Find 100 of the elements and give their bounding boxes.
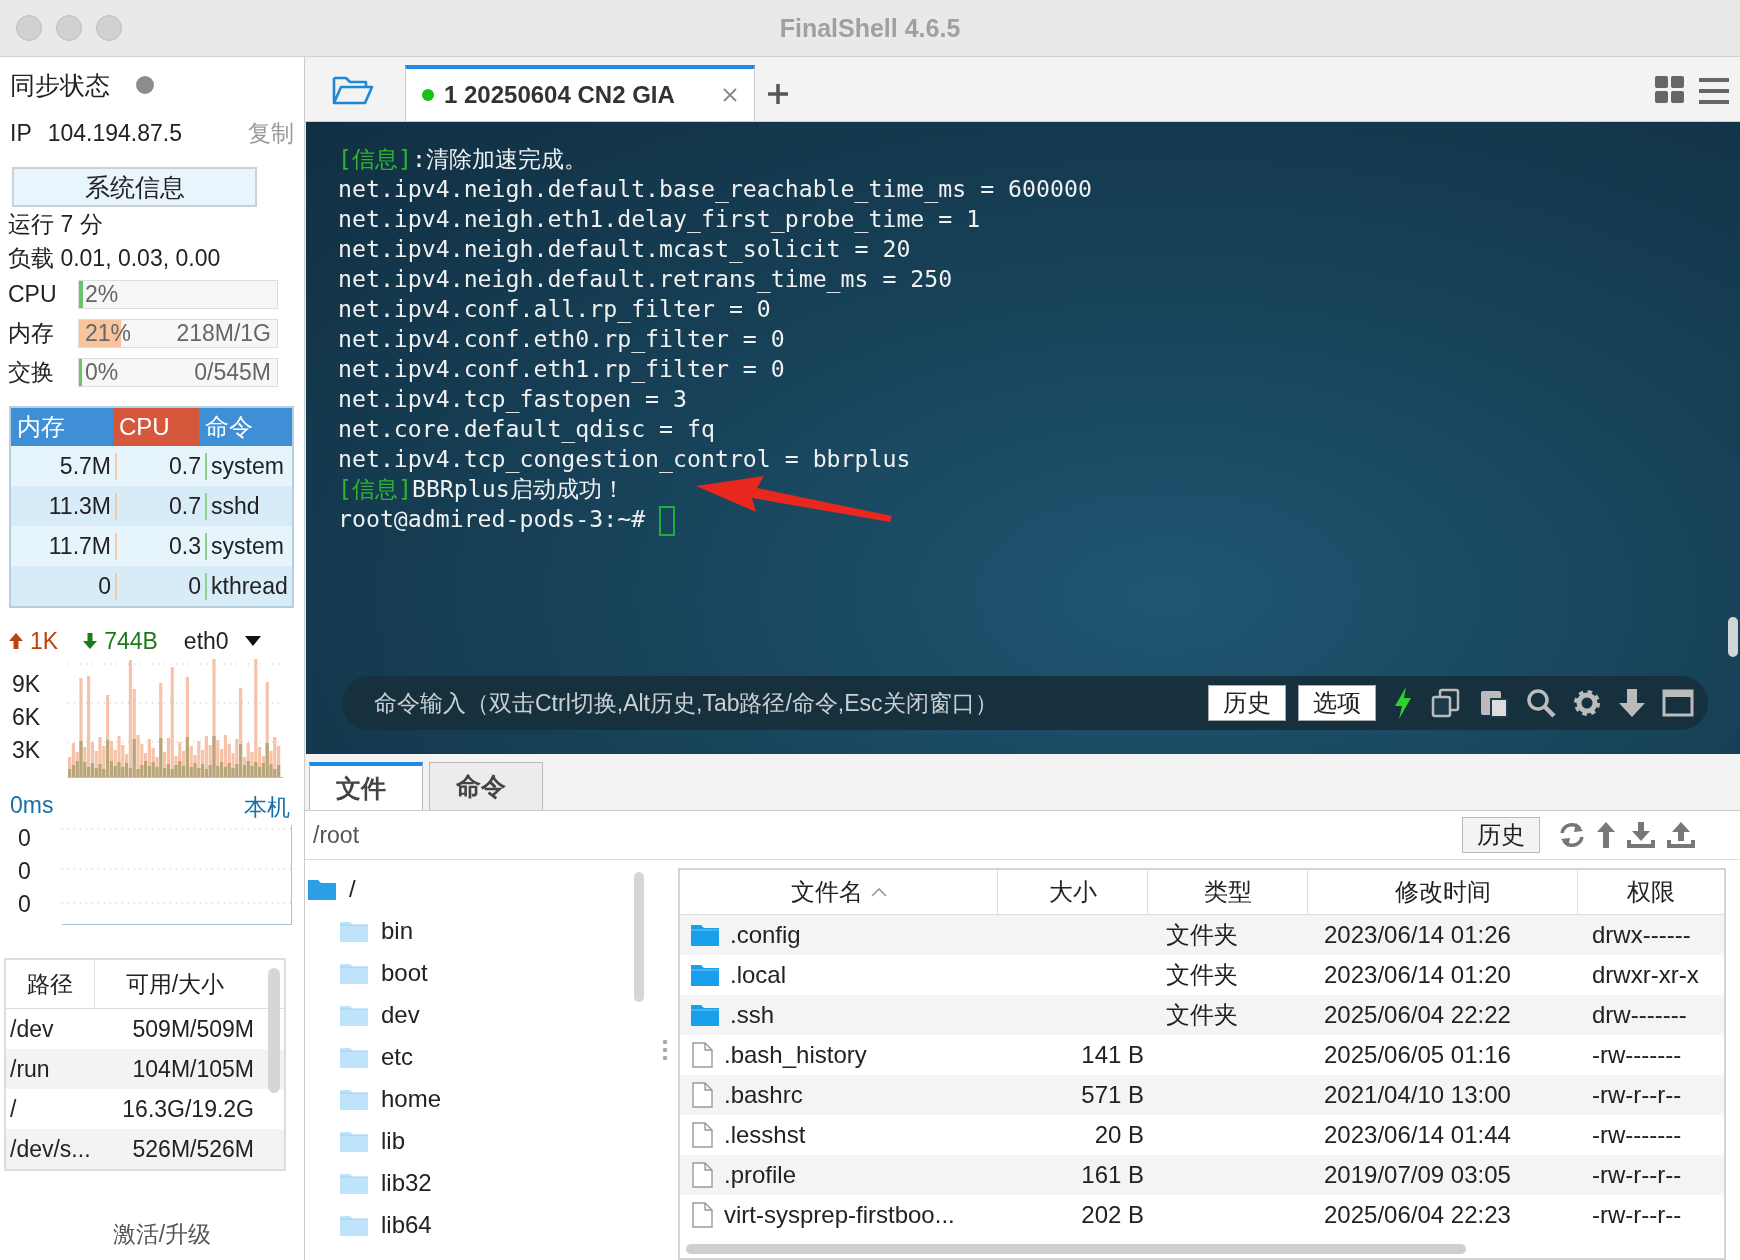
terminal-line: net.ipv4.tcp_fastopen = 3	[338, 384, 688, 414]
scrollbar-thumb[interactable]	[686, 1244, 1466, 1254]
down-arrow-icon[interactable]	[1618, 688, 1646, 718]
close-icon[interactable]	[722, 87, 738, 103]
file-row[interactable]: virt-sysprep-firstboo... 202 B 2025/06/04 22:23 -rw-r--r--	[680, 1195, 1724, 1235]
dropdown-caret-icon[interactable]	[244, 636, 261, 646]
file-modified-time: 2021/04/10 13:00	[1324, 1081, 1511, 1108]
table-cell: 11.7M	[11, 532, 117, 560]
history-button[interactable]: 历史	[1462, 817, 1540, 853]
search-icon[interactable]	[1526, 688, 1556, 718]
download-rate: 744B	[104, 627, 158, 655]
folder-icon	[690, 923, 720, 947]
column-header[interactable]: 类型	[1148, 870, 1308, 914]
scrollbar-thumb[interactable]	[634, 872, 644, 1002]
column-header[interactable]: 修改时间	[1308, 870, 1578, 914]
file-permissions: -rw-------	[1592, 1121, 1682, 1148]
file-permissions: -rw-r--r--	[1592, 1081, 1682, 1108]
upload-icon[interactable]	[1666, 821, 1696, 849]
window-icon[interactable]	[1662, 689, 1694, 717]
panel-tab[interactable]: 文件	[309, 762, 423, 810]
file-modified-time: 2023/06/14 01:20	[1324, 961, 1511, 988]
column-header[interactable]: 路径	[6, 960, 95, 1008]
column-header[interactable]: 文件名	[680, 870, 998, 914]
lightning-icon[interactable]	[1392, 686, 1414, 720]
command-input[interactable]: 命令输入（双击Ctrl切换,Alt历史,Tab路径/命令,Esc关闭窗口）	[372, 688, 1196, 718]
file-name: .ssh	[730, 1001, 774, 1029]
grid-icon[interactable]	[1654, 75, 1686, 105]
add-tab-icon[interactable]	[767, 83, 789, 105]
terminal-screen[interactable]	[306, 122, 1740, 754]
folder-icon	[307, 877, 337, 901]
folder-icon	[339, 919, 369, 943]
folder-icon	[690, 963, 720, 987]
file-row[interactable]: .ssh 文件夹 2025/06/04 22:22 drw-------	[680, 995, 1724, 1035]
command-bar-button[interactable]: 历史	[1208, 685, 1286, 721]
table-cell-text: kthread	[210, 572, 289, 600]
meter-label: 内存	[8, 319, 55, 348]
tree-item[interactable]: etc	[305, 1036, 650, 1078]
file-modified-time: 2019/07/09 03:05	[1324, 1161, 1511, 1188]
tree-item[interactable]: /	[305, 868, 650, 910]
tree-item[interactable]: boot	[305, 952, 650, 994]
panel-tab[interactable]: 命令	[429, 762, 543, 810]
down-arrow-icon	[82, 632, 99, 650]
file-type: 文件夹	[1166, 1001, 1238, 1028]
download-icon[interactable]	[1626, 821, 1656, 849]
file-row[interactable]: .bash_history 141 B 2025/06/05 01:16 -rw-------	[680, 1035, 1724, 1075]
latency-host[interactable]: 本机	[244, 792, 290, 823]
copy-icon[interactable]	[1430, 687, 1462, 719]
tree-item[interactable]: lib	[305, 1120, 650, 1162]
uptime-text: 运行 7 分	[7, 210, 104, 239]
file-row[interactable]: .bashrc 571 B 2021/04/10 13:00 -rw-r--r--	[680, 1075, 1724, 1115]
folder-icon	[339, 961, 369, 985]
axis-label: 6K	[12, 704, 42, 731]
refresh-icon[interactable]	[1558, 821, 1586, 849]
up-arrow-icon[interactable]	[1596, 821, 1616, 849]
table-cell-text: 104M/105M	[131, 1055, 254, 1083]
activate-upgrade-link[interactable]: 激活/升级	[0, 1208, 304, 1260]
table-cell: 11.3M	[11, 492, 117, 520]
file-name: virt-sysprep-firstboo...	[724, 1201, 955, 1229]
menu-icon[interactable]	[1698, 77, 1730, 105]
file-row[interactable]: .profile 161 B 2019/07/09 03:05 -rw-r--r--	[680, 1155, 1724, 1195]
scrollbar-thumb[interactable]	[268, 968, 280, 1093]
folder-icon	[690, 1003, 720, 1027]
table-cell: 0	[117, 572, 207, 600]
path-field[interactable]: /root	[305, 820, 1452, 850]
file-row[interactable]: .config 文件夹 2023/06/14 01:26 drwx------	[680, 915, 1724, 955]
tree-item[interactable]: lib64	[305, 1204, 650, 1246]
terminal-line: net.ipv4.neigh.default.mcast_solicit = 20	[338, 234, 912, 264]
file-name: .config	[730, 921, 801, 949]
file-size: 571 B	[1081, 1081, 1144, 1108]
command-bar-button[interactable]: 选项	[1298, 685, 1376, 721]
file-modified-time: 2025/06/04 22:23	[1324, 1201, 1511, 1228]
terminal-line: net.ipv4.conf.eth1.rp_filter = 0	[338, 354, 786, 384]
tree-item[interactable]: bin	[305, 910, 650, 952]
session-tab[interactable]: 1 20250604 CN2 GIA	[405, 65, 755, 121]
column-header[interactable]: 权限	[1578, 870, 1724, 914]
splitter-handle[interactable]	[662, 1038, 668, 1062]
folder-icon	[339, 1087, 369, 1111]
folder-icon	[339, 1213, 369, 1237]
folder-icon	[339, 1129, 369, 1153]
file-size: 161 B	[1081, 1161, 1144, 1188]
column-header[interactable]: CPU	[113, 408, 199, 446]
folder-icon	[339, 1003, 369, 1027]
settings-icon[interactable]	[1572, 688, 1602, 718]
tree-item[interactable]: lib32	[305, 1162, 650, 1204]
latency-value: 0ms	[10, 792, 54, 820]
tree-item[interactable]: dev	[305, 994, 650, 1036]
file-type: 文件夹	[1166, 961, 1238, 988]
table-cell-text: /run	[9, 1055, 51, 1083]
scrollbar-thumb[interactable]	[1728, 617, 1738, 657]
interface-dropdown[interactable]: eth0	[183, 627, 229, 655]
system-info-button[interactable]: 系统信息	[12, 167, 257, 207]
table-cell-text: system	[210, 452, 285, 480]
terminal-line: net.ipv4.conf.eth0.rp_filter = 0	[338, 324, 786, 354]
tree-item[interactable]: home	[305, 1078, 650, 1120]
file-row[interactable]: .local 文件夹 2023/06/14 01:20 drwxr-xr-x	[680, 955, 1724, 995]
file-row[interactable]: .lesshst 20 B 2023/06/14 01:44 -rw-------	[680, 1115, 1724, 1155]
column-header[interactable]: 大小	[998, 870, 1148, 914]
column-header[interactable]: 可用/大小	[95, 960, 255, 1008]
file-icon	[690, 1162, 714, 1188]
command-bar[interactable]: 命令输入（双击Ctrl切换,Alt历史,Tab路径/命令,Esc关闭窗口） 历史 选项	[342, 676, 1708, 730]
